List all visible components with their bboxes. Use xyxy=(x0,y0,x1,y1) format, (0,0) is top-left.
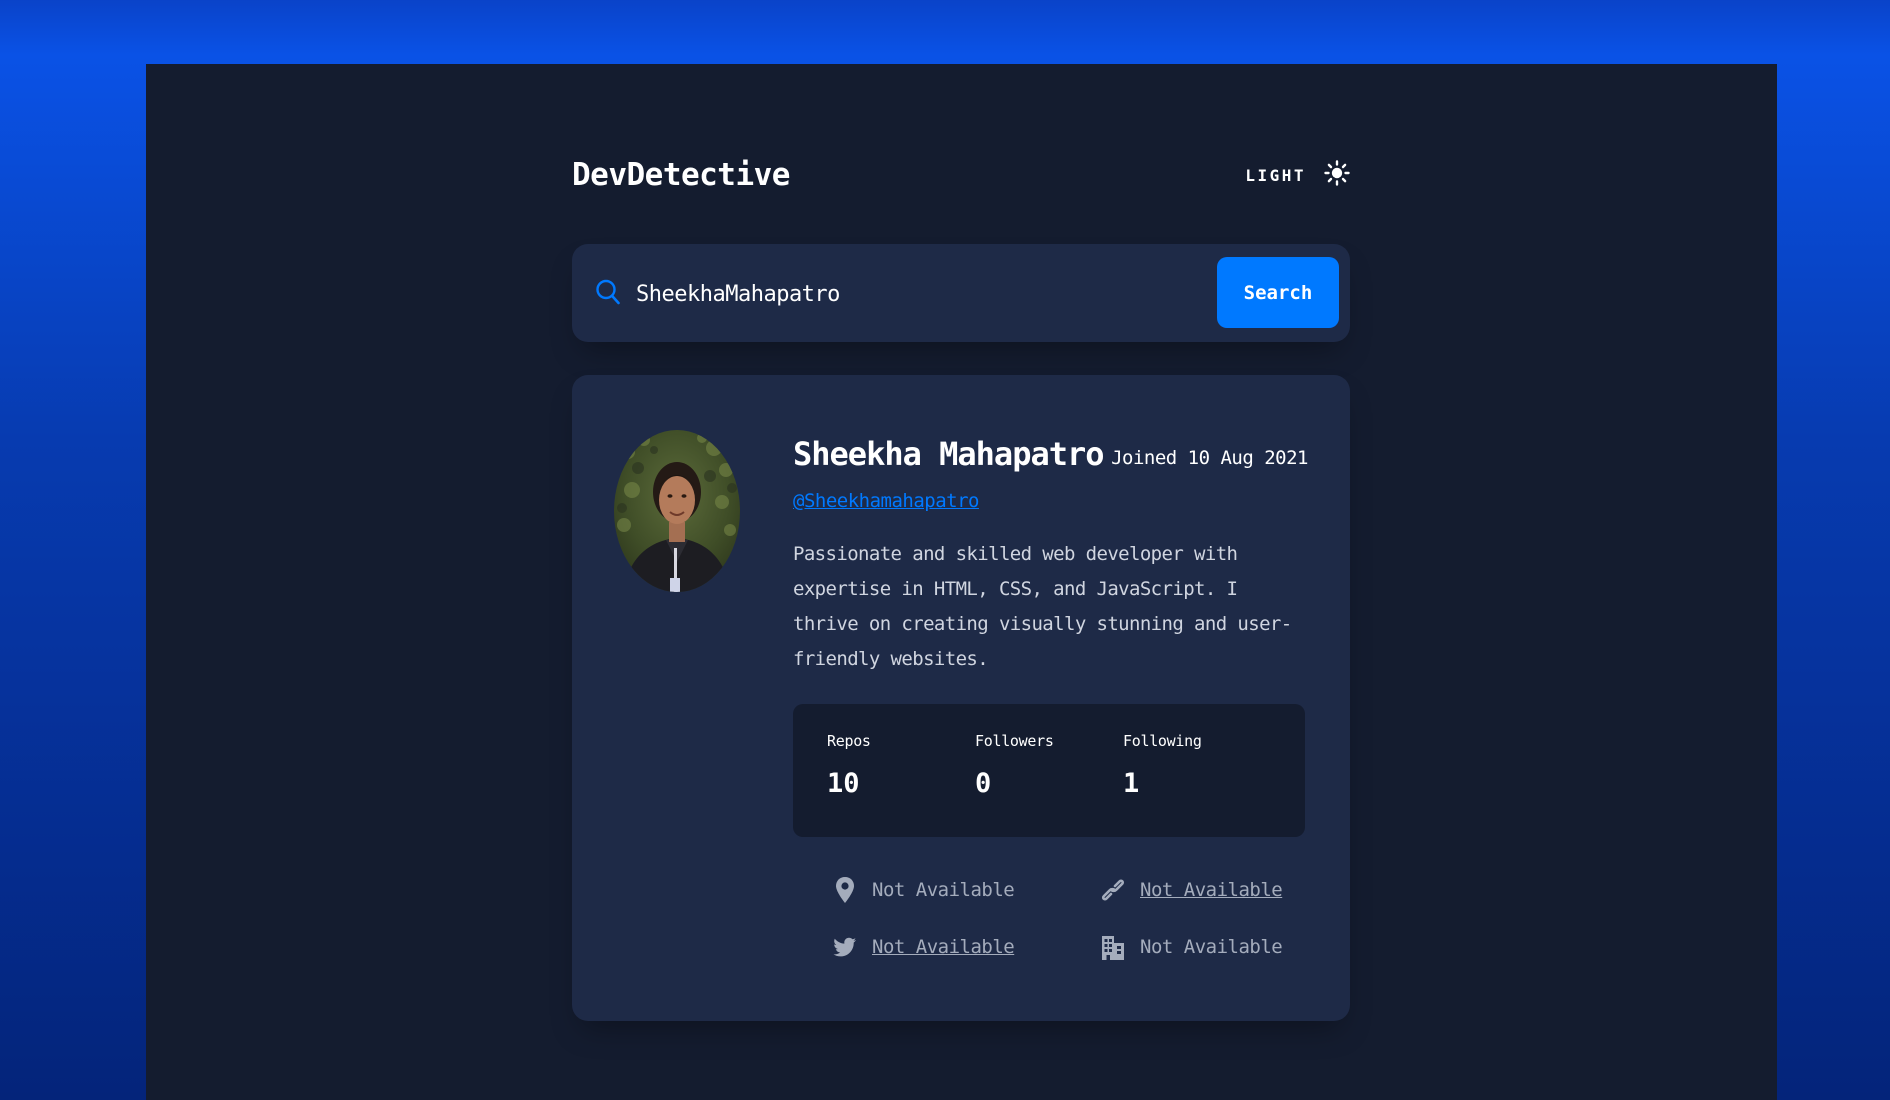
avatar xyxy=(614,430,740,592)
search-button[interactable]: Search xyxy=(1217,257,1339,328)
sun-icon xyxy=(1324,160,1350,186)
app-container: DevDetective LIGHT SheekhaMahapatro Sear… xyxy=(572,64,1350,1100)
twitter-info: Not Available xyxy=(832,932,1015,962)
building-icon xyxy=(1100,932,1126,962)
location-pin-icon xyxy=(832,875,858,905)
stat-label: Following xyxy=(1123,732,1202,750)
profile-username-link[interactable]: @Sheekhamahapatro xyxy=(793,490,979,512)
location-info: Not Available xyxy=(832,875,1015,905)
stat-value: 0 xyxy=(975,768,992,799)
company-text: Not Available xyxy=(1140,936,1283,958)
app-window: DevDetective LIGHT SheekhaMahapatro Sear… xyxy=(146,64,1777,1100)
stat-label: Followers xyxy=(975,732,1054,750)
search-icon xyxy=(594,278,622,306)
theme-toggle-button[interactable]: LIGHT xyxy=(1245,155,1350,191)
stat-value: 1 xyxy=(1123,768,1140,799)
app-logo: DevDetective xyxy=(572,157,790,193)
stat-value: 10 xyxy=(827,768,860,799)
twitter-link[interactable]: Not Available xyxy=(872,936,1015,958)
website-link[interactable]: Not Available xyxy=(1140,879,1283,901)
website-info: Not Available xyxy=(1100,875,1283,905)
profile-card: Sheekha Mahapatro Joined 10 Aug 2021 @Sh… xyxy=(572,375,1350,1021)
stat-repos: Repos 10 xyxy=(827,732,871,799)
company-info: Not Available xyxy=(1100,932,1283,962)
profile-name: Sheekha Mahapatro xyxy=(793,435,1105,473)
stat-following: Following 1 xyxy=(1123,732,1202,799)
link-icon xyxy=(1100,875,1126,905)
location-text: Not Available xyxy=(872,879,1015,901)
stats-panel: Repos 10 Followers 0 Following 1 xyxy=(793,704,1305,837)
stat-label: Repos xyxy=(827,732,871,750)
search-bar: Search xyxy=(572,244,1350,342)
twitter-icon xyxy=(832,932,858,962)
profile-bio: Passionate and skilled web developer wit… xyxy=(793,543,1292,670)
theme-toggle-label: LIGHT xyxy=(1245,165,1306,185)
search-input[interactable] xyxy=(634,271,1178,317)
joined-date: Joined 10 Aug 2021 xyxy=(1111,447,1308,469)
header: DevDetective LIGHT xyxy=(572,149,1350,209)
stat-followers: Followers 0 xyxy=(975,732,1054,799)
